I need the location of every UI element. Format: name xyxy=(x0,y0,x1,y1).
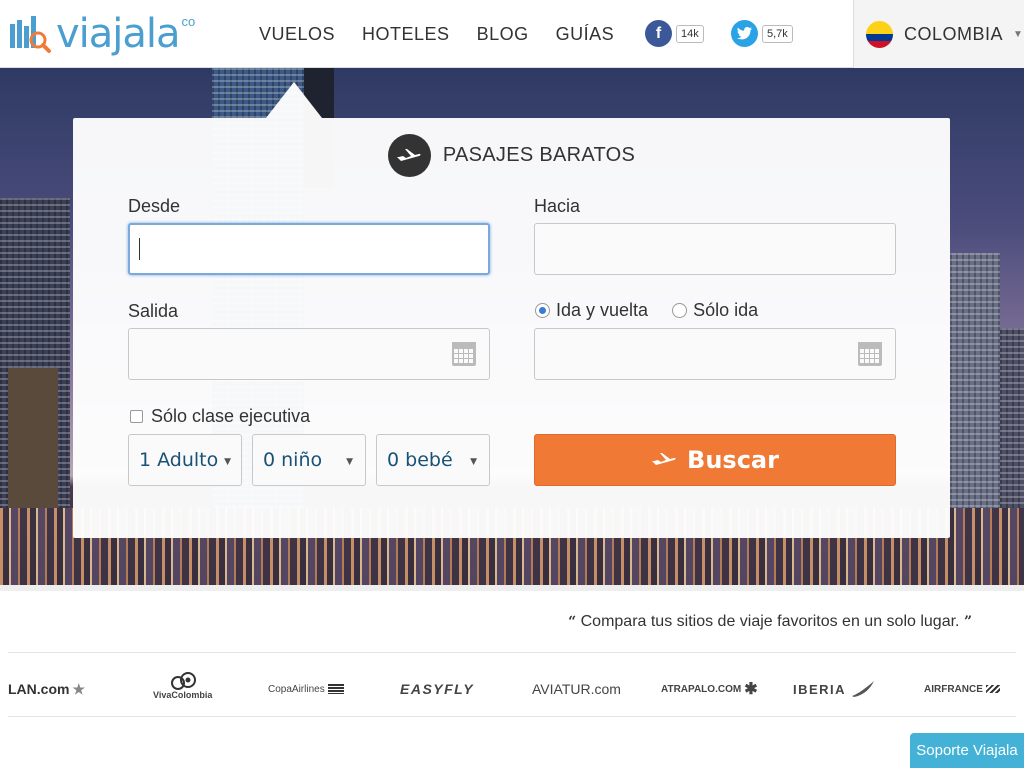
divider xyxy=(8,716,1016,717)
logo-country-suffix: co xyxy=(181,14,196,29)
tagline-text: Compara tus sitios de viaje favoritos en… xyxy=(580,613,960,630)
support-button[interactable]: Soporte Viajala xyxy=(910,733,1024,768)
card-header: PASAJES BARATOS xyxy=(73,134,950,177)
partner-iberia[interactable]: IBERIA xyxy=(793,672,876,706)
to-input[interactable] xyxy=(535,224,895,274)
from-label: Desde xyxy=(128,196,181,216)
partner-aviatur[interactable]: AVIATUR.com xyxy=(532,672,621,706)
children-select[interactable]: 0 niño ▼ xyxy=(252,434,366,486)
to-field[interactable] xyxy=(534,223,896,275)
search-button-label: Buscar xyxy=(687,446,779,474)
partner-easyfly[interactable]: EASYFLY xyxy=(400,672,474,706)
nav-blog[interactable]: BLOG xyxy=(477,24,529,45)
main-nav: VUELOS HOTELES BLOG GUÍAS xyxy=(259,24,641,45)
adults-select[interactable]: 1 Adulto ▼ xyxy=(128,434,242,486)
partner-lan[interactable]: LAN.com ★ xyxy=(8,672,85,706)
chevron-down-icon: ▼ xyxy=(224,457,231,467)
luggage-search-icon xyxy=(8,12,52,56)
twitter-icon xyxy=(731,20,758,47)
text-cursor xyxy=(139,238,140,260)
calendar-icon[interactable] xyxy=(858,342,882,366)
facebook-icon: f xyxy=(645,20,672,47)
partner-aviatur-text: AVIATUR.com xyxy=(532,681,621,697)
atrapalo-figure-icon: ✱ xyxy=(744,681,758,698)
return-date-field[interactable] xyxy=(534,328,896,380)
airplane-icon xyxy=(387,134,431,177)
trip-type-group: Ida y vuelta Sólo ida xyxy=(535,300,782,321)
open-quote-icon: “ xyxy=(568,614,577,630)
support-label: Soporte Viajala xyxy=(916,742,1018,759)
search-button[interactable]: Buscar xyxy=(534,434,896,486)
partner-vivacolombia-text: VivaColombia xyxy=(153,690,213,700)
divider xyxy=(8,652,1016,653)
partner-atrapalo[interactable]: ATRAPALO.COM ✱ xyxy=(661,672,758,706)
children-value: 0 niño xyxy=(263,449,323,471)
airplane-icon xyxy=(652,453,676,465)
nav-hoteles[interactable]: HOTELES xyxy=(362,24,450,45)
facebook-count: 14k xyxy=(676,24,704,43)
tagline: “ Compara tus sitios de viaje favoritos … xyxy=(568,613,972,631)
partner-copa-text: CopaAirlines xyxy=(268,683,325,695)
card-title: PASAJES BARATOS xyxy=(442,144,636,166)
to-label: Hacia xyxy=(534,196,581,216)
country-selector[interactable]: COLOMBIA ▼ xyxy=(853,0,1024,68)
airfrance-stripe-icon xyxy=(985,685,1000,693)
logo-text: viajala xyxy=(56,11,181,57)
partner-airfrance-text: AIRFRANCE xyxy=(924,683,983,695)
chevron-down-icon: ▼ xyxy=(1013,28,1023,40)
chevron-down-icon: ▼ xyxy=(470,457,477,467)
from-field[interactable] xyxy=(128,223,490,275)
copa-stripes-icon xyxy=(327,684,344,694)
business-class-checkbox[interactable] xyxy=(130,410,143,423)
adults-value: 1 Adulto xyxy=(139,449,219,471)
facebook-share[interactable]: f 14k xyxy=(645,20,704,47)
vivacolombia-logo-icon xyxy=(170,672,196,690)
twitter-share[interactable]: 5,7k xyxy=(731,20,793,47)
partner-iberia-text: IBERIA xyxy=(793,681,847,697)
business-class-label[interactable]: Sólo clase ejecutiva xyxy=(151,406,310,427)
depart-label: Salida xyxy=(128,301,179,321)
partner-easyfly-text: EASYFLY xyxy=(400,681,475,697)
colombia-flag-icon xyxy=(866,20,893,48)
round-trip-label[interactable]: Ida y vuelta xyxy=(556,300,648,321)
chevron-down-icon: ▼ xyxy=(346,457,353,467)
card-pointer xyxy=(266,82,322,118)
site-header: viajala co VUELOS HOTELES BLOG GUÍAS f 1… xyxy=(0,0,1024,68)
partner-logos: LAN.com ★ VivaColombia CopaAirlines EASY… xyxy=(0,672,1024,706)
one-way-label[interactable]: Sólo ida xyxy=(693,300,758,321)
twitter-count: 5,7k xyxy=(762,24,793,43)
one-way-radio[interactable] xyxy=(672,303,688,318)
from-input[interactable] xyxy=(130,225,488,273)
partner-copa[interactable]: CopaAirlines xyxy=(268,672,344,706)
star-icon: ★ xyxy=(72,680,86,697)
nav-vuelos[interactable]: VUELOS xyxy=(259,24,335,45)
country-label: COLOMBIA xyxy=(904,23,1004,44)
round-trip-radio[interactable] xyxy=(535,303,550,318)
logo[interactable]: viajala co xyxy=(8,12,195,56)
partner-vivacolombia[interactable]: VivaColombia xyxy=(153,672,212,706)
depart-date-field[interactable] xyxy=(128,328,490,380)
partner-atrapalo-text: ATRAPALO.COM xyxy=(661,683,742,695)
calendar-icon[interactable] xyxy=(452,342,476,366)
iberia-wing-icon xyxy=(852,681,875,697)
close-quote-icon: ” xyxy=(963,614,972,630)
nav-guias[interactable]: GUÍAS xyxy=(556,24,615,45)
infants-value: 0 bebé xyxy=(387,449,453,471)
business-class-row: Sólo clase ejecutiva xyxy=(130,406,310,427)
partner-airfrance[interactable]: AIRFRANCE xyxy=(924,672,1000,706)
partner-lan-text: LAN.com xyxy=(8,681,70,697)
infants-select[interactable]: 0 bebé ▼ xyxy=(376,434,490,486)
